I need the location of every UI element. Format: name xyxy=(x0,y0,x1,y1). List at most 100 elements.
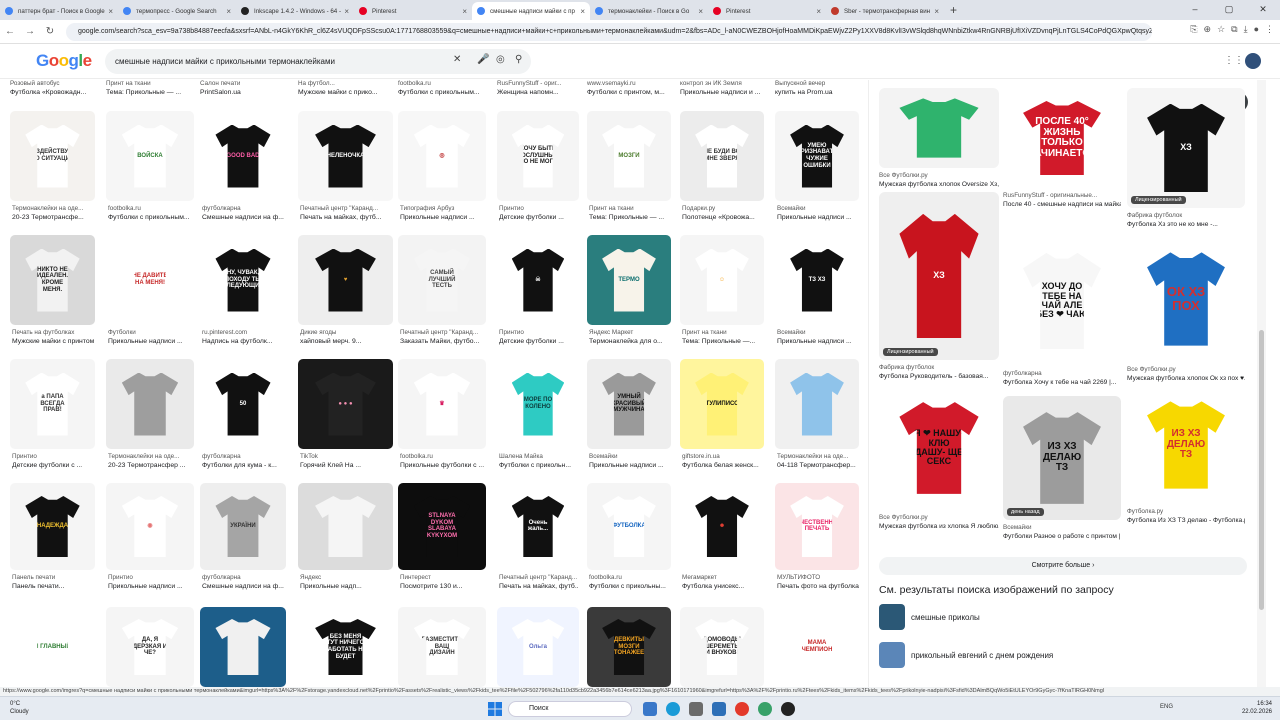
result-source[interactable]: Яндекс Маркет xyxy=(589,329,671,336)
result-source[interactable]: Принт на ткани xyxy=(106,80,194,87)
browser-tab[interactable]: смешные надписи майки с пр × xyxy=(472,2,590,20)
tab-close-icon[interactable]: × xyxy=(226,7,231,16)
zoom-icon[interactable]: ⊕ xyxy=(1204,24,1212,35)
result-source[interactable]: Все Футболки.ру xyxy=(879,172,999,179)
result-title[interactable]: Футболка Руководитель - базовая... xyxy=(879,373,999,380)
browser-tab[interactable]: Pinterest × xyxy=(354,2,472,20)
result-title[interactable]: Печать на майках, футб... xyxy=(300,214,393,221)
image-result[interactable]: Термонаклейки на оде... 20-23 Термотрансф… xyxy=(106,359,194,473)
image-result[interactable]: МАМА ЧЕМПИОН xyxy=(775,607,859,687)
result-title[interactable]: Мужская футболка хлопок Oversize Хз,... xyxy=(879,181,999,188)
image-result[interactable]: ТЕРМО Яндекс Маркет Термонаклейка для о... xyxy=(587,235,671,349)
result-source[interactable]: Всемайки xyxy=(589,453,671,460)
result-source[interactable]: Термонаклейки на оде... xyxy=(108,453,194,460)
result-source[interactable]: Все Футболки.ру xyxy=(879,514,999,521)
result-title[interactable]: Детские футболки ... xyxy=(499,214,579,221)
result-title[interactable]: Тема: Прикольные — ... xyxy=(589,214,671,221)
result-source[interactable]: Термонаклейки на оде... xyxy=(12,205,95,212)
result-title[interactable]: Футболки с прикольны... xyxy=(589,583,671,590)
browser-tab[interactable]: паттерн брат - Поиск в Google × xyxy=(0,2,118,20)
preview-result[interactable]: ХЗ Лицензированный Фабрика футболок Футболк… xyxy=(1127,88,1245,230)
image-result[interactable]: ♥ Дикие ягоды хайповый мерч. 9... xyxy=(298,235,393,349)
result-thumbnail[interactable]: СТУЛИПИСОК xyxy=(680,359,764,449)
result-title[interactable]: Прикольные надписи ... xyxy=(777,338,859,345)
bookmark-star-icon[interactable]: ☆ xyxy=(1217,24,1225,35)
result-thumbnail[interactable]: GOOD BAD xyxy=(200,111,286,201)
result-source[interactable]: Всемайки xyxy=(1003,524,1121,531)
result-title[interactable]: Прикольные надписи ... xyxy=(400,214,486,221)
downloads-icon[interactable]: ⤓ xyxy=(1244,24,1248,35)
result-title[interactable]: Мужские майки с прико... xyxy=(298,89,393,96)
result-source[interactable]: Печатный центр "Каранд... xyxy=(400,329,486,336)
result-title[interactable]: Термонаклейка для о... xyxy=(589,338,671,345)
result-title[interactable]: PrintSalon.ua xyxy=(200,89,286,96)
result-title[interactable]: Футболки с прикольн... xyxy=(499,462,579,469)
image-result[interactable] xyxy=(200,607,286,687)
result-thumbnail[interactable]: ДА, Я ДЕРЗКАЯ И ЧЕ? xyxy=(106,607,194,687)
image-result[interactable]: STLNAYA DYKOM SLABAYA KYKYXOM Пинтерест По… xyxy=(398,483,486,594)
result-thumbnail[interactable]: Очень жаль... xyxy=(497,483,579,570)
browser-tab[interactable]: Pinterest × xyxy=(708,2,826,20)
result-thumbnail[interactable]: УМЕЮ ПРИЗНАВАТЬ ЧУЖИЕ ОШИБКИ xyxy=(775,111,859,201)
tab-close-icon[interactable]: × xyxy=(108,7,113,16)
result-source[interactable]: На футбол... xyxy=(298,80,393,87)
result-thumbnail[interactable]: РАЗМЕСТИТЬ ВАШ ДИЗАЙН xyxy=(398,607,486,687)
result-title[interactable]: Футболки Разное о работе с принтом |... xyxy=(1003,533,1121,540)
result-title[interactable]: Полотенце «Кровожа... xyxy=(682,214,764,221)
result-title[interactable]: Тема: Прикольные —... xyxy=(682,338,764,345)
image-result[interactable]: НАДЕЖДА Панель печати Панель печати... xyxy=(10,483,95,594)
result-source[interactable]: Яндекс xyxy=(300,574,393,581)
tab-close-icon[interactable]: × xyxy=(344,7,349,16)
image-result[interactable]: Термонаклейки на оде... 04-118 Термотранс… xyxy=(775,359,859,473)
maximize-button[interactable]: ▢ xyxy=(1212,0,1246,18)
image-result[interactable]: ◎ Типография Арбуз Прикольные надписи ... xyxy=(398,111,486,225)
result-thumbnail[interactable] xyxy=(775,359,859,449)
image-result[interactable]: НЕЛЕНОЧКА Печатный центр "Каранд... Печать… xyxy=(298,111,393,225)
forward-icon[interactable]: → xyxy=(20,26,40,37)
result-thumbnail[interactable] xyxy=(298,483,393,570)
image-result[interactable]: ДЕВКИТЫ МОЗГИ ТОНАЖЕЕ xyxy=(587,607,671,687)
result-source[interactable]: Печатный центр "Каранд... xyxy=(499,574,579,581)
result-source[interactable]: Панель печати xyxy=(12,574,95,581)
result-title[interactable]: Смешные надписи на ф... xyxy=(202,214,286,221)
result-source[interactable]: Мегамаркет xyxy=(682,574,764,581)
result-thumbnail[interactable]: НУ, ЧУВАК, ПОХОДУ ТЫ СЛЕДУЮЩИЙ xyxy=(200,235,286,325)
result-thumbnail[interactable]: ДОМОВОДЫ ШЕРЕМЕТЫ И ВНУКОВ! xyxy=(680,607,764,687)
chrome-icon[interactable] xyxy=(735,702,749,716)
new-tab-button[interactable]: + xyxy=(950,3,957,17)
result-thumbnail[interactable]: НЕ ДАВИТЕ НА МЕНЯ! xyxy=(106,235,194,325)
image-result[interactable]: ◉ Принтио Прикольные надписи ... xyxy=(106,483,194,594)
image-result[interactable]: Очень жаль... Печатный центр "Каранд... Пе… xyxy=(497,483,579,594)
result-title[interactable]: Мужская футболка хлопок Ок хз пох ♥... xyxy=(1127,375,1245,382)
result-source[interactable]: Подарки.ру xyxy=(682,205,764,212)
result-source[interactable]: www.vsemayki.ru xyxy=(587,80,671,87)
image-result[interactable]: Я ГЛАВНЫЙ xyxy=(10,607,95,687)
result-thumbnail[interactable]: НЕЛЕНОЧКА xyxy=(298,111,393,201)
lens-icon[interactable]: ◎ xyxy=(496,54,505,65)
result-title[interactable]: Прикольные надп... xyxy=(300,583,393,590)
extensions-icon[interactable]: ⧉ xyxy=(1231,24,1237,35)
result-title[interactable]: Мужская футболка из хлопка Я люблю... xyxy=(879,523,999,530)
result-thumbnail[interactable]: НИКТО НЕ ИДЕАЛЕН. КРОМЕ МЕНЯ. xyxy=(10,235,95,325)
result-title[interactable]: Детские футболки с ... xyxy=(12,462,95,469)
image-result[interactable]: а ПАПА ВСЕГДА ПРАВ! Принтио Детские футбол… xyxy=(10,359,95,473)
browser-tab[interactable]: термопресс - Google Search × xyxy=(118,2,236,20)
result-source[interactable]: футболкарна xyxy=(202,205,286,212)
preview-thumbnail[interactable]: ПОСЛЕ 40° ЖИЗНЬ ТОЛЬКО НАЧИНАЕТСЯ xyxy=(1003,88,1121,188)
result-thumbnail[interactable]: Ольга xyxy=(497,607,579,687)
tray-lang[interactable]: ENG xyxy=(1160,704,1173,710)
result-source[interactable]: Пинтерест xyxy=(400,574,486,581)
image-result[interactable]: ТЗ ХЗ Всемайки Прикольные надписи ... xyxy=(775,235,859,349)
result-source[interactable]: футболкарна xyxy=(202,574,286,581)
result-source[interactable]: giftstore.in.ua xyxy=(682,453,764,460)
image-result[interactable]: GOOD BAD футболкарна Смешные надписи на ф.… xyxy=(200,111,286,225)
image-result[interactable]: ДОМОВОДЫ ШЕРЕМЕТЫ И ВНУКОВ! xyxy=(680,607,764,687)
result-thumbnail[interactable]: БЕЗДЕЙСТВУЕМ ПО СИТУАЦИИ xyxy=(10,111,95,201)
preview-thumbnail[interactable]: ХЗ Лицензированный xyxy=(1127,88,1245,208)
tab-close-icon[interactable]: × xyxy=(934,7,939,16)
voice-search-icon[interactable]: 🎤 xyxy=(477,54,489,65)
search-icon[interactable]: ⚲ xyxy=(515,54,522,65)
back-icon[interactable]: ← xyxy=(0,26,20,37)
result-thumbnail[interactable]: МОРЕ ПО КОЛЕНО xyxy=(497,359,579,449)
preview-thumbnail[interactable]: ХЗ Лицензированный xyxy=(879,192,999,360)
